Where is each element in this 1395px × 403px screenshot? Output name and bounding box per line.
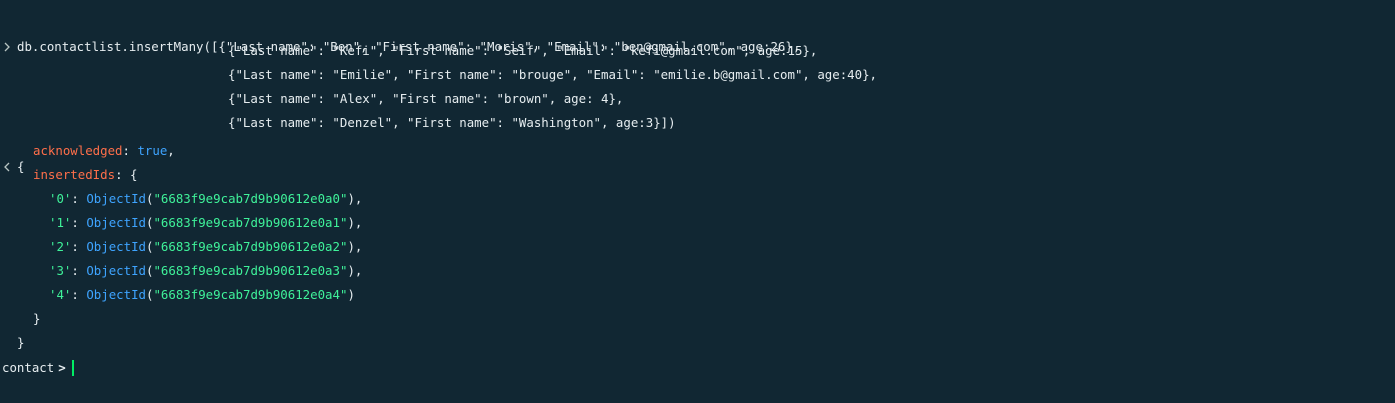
command-text: {"Last name": "Emilie", "First name": "b… [228, 67, 878, 82]
inserted-id-row: '4': ObjectId("6683f9e9cab7d9b90612e0a4"… [49, 287, 355, 302]
inserted-open-brace: { [129, 167, 138, 182]
id-index: '4' [49, 287, 72, 302]
inserted-id-row: '2': ObjectId("6683f9e9cab7d9b90612e0a2"… [49, 239, 363, 254]
id-function: ObjectId [86, 215, 146, 230]
command-line-2: {"Last name": "Kefi", "First name": "Sei… [0, 21, 817, 58]
id-index: '0' [49, 191, 72, 206]
id-value: "6683f9e9cab7d9b90612e0a2" [153, 239, 348, 254]
command-line-5: {"Last name": "Denzel", "First name": "W… [0, 93, 676, 130]
prompt-symbol: > [58, 360, 66, 375]
result-open: { [0, 117, 30, 174]
id-trail: ), [347, 263, 363, 278]
command-line-4: {"Last name": "Alex", "First name": "bro… [0, 69, 623, 106]
command-text: {"Last name": "Denzel", "First name": "W… [228, 115, 676, 130]
inserted-id-row: '0': ObjectId("6683f9e9cab7d9b90612e0a0"… [49, 191, 363, 206]
id-value: "6683f9e9cab7d9b90612e0a0" [153, 191, 348, 206]
id-value: "6683f9e9cab7d9b90612e0a4" [153, 287, 348, 302]
text-cursor[interactable] [71, 360, 74, 376]
id-index: '3' [49, 263, 72, 278]
id-function: ObjectId [86, 287, 146, 302]
id-function: ObjectId [86, 263, 146, 278]
mongosh-terminal[interactable]: db.contactlist.insertMany([{"Last name":… [0, 0, 1395, 403]
id-index: '2' [49, 239, 72, 254]
id-function: ObjectId [86, 191, 146, 206]
command-text: {"Last name": "Alex", "First name": "bro… [228, 91, 624, 106]
shell-prompt[interactable]: contact > [2, 358, 74, 378]
id-value: "6683f9e9cab7d9b90612e0a3" [153, 263, 348, 278]
outer-close-brace: } [17, 335, 25, 350]
id-index: '1' [49, 215, 72, 230]
id-trail: ) [347, 287, 355, 302]
prompt-database: contact [2, 360, 55, 375]
id-trail: ), [347, 215, 363, 230]
inserted-ids-key: insertedIds [33, 167, 116, 182]
acknowledged-key: acknowledged [33, 143, 123, 158]
chevron-left-icon [0, 157, 14, 177]
id-trail: ), [347, 239, 363, 254]
command-text: {"Last name": "Kefi", "First name": "Sei… [228, 43, 818, 58]
id-trail: ), [347, 191, 363, 206]
id-value: "6683f9e9cab7d9b90612e0a1" [153, 215, 348, 230]
open-brace: { [17, 159, 25, 174]
id-function: ObjectId [86, 239, 146, 254]
inserted-id-row: '3': ObjectId("6683f9e9cab7d9b90612e0a3"… [49, 263, 363, 278]
inner-close-brace: } [33, 311, 41, 326]
acknowledged-value: true [137, 143, 168, 158]
acknowledged-line: acknowledged: true, [33, 143, 175, 158]
command-line-1: db.contactlist.insertMany([{"Last name":… [0, 0, 800, 54]
inserted-id-row: '1': ObjectId("6683f9e9cab7d9b90612e0a1"… [49, 215, 363, 230]
command-line-3: {"Last name": "Emilie", "First name": "b… [0, 45, 877, 82]
inserted-ids-line: insertedIds: { [33, 167, 138, 182]
